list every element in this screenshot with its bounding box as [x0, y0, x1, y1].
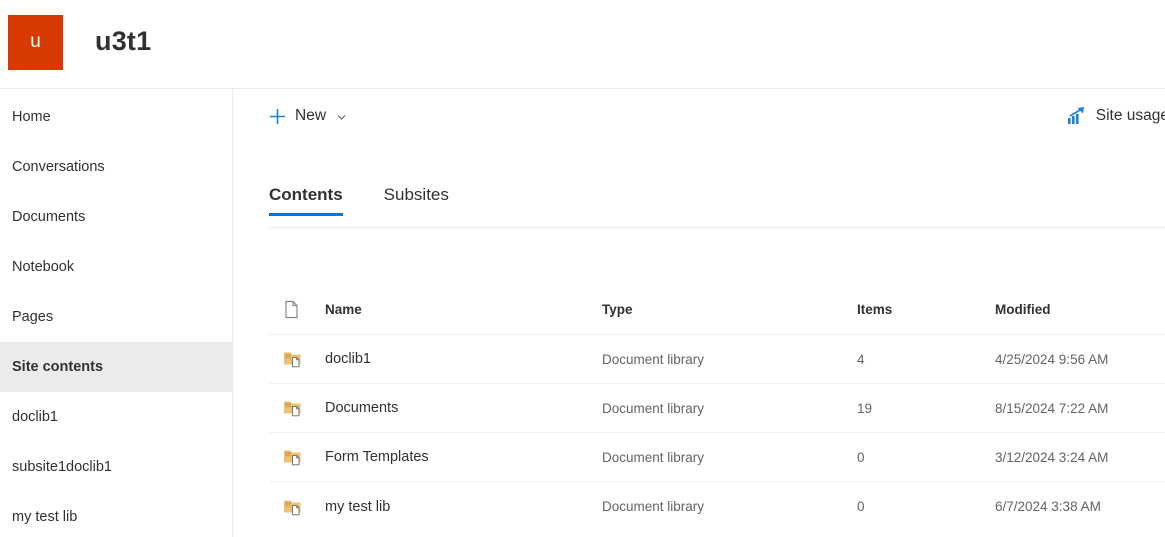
tabs-divider	[269, 227, 1165, 228]
chevron-down-icon	[336, 112, 347, 123]
row-name-link[interactable]: Form Templates	[325, 449, 602, 465]
document-library-icon	[283, 350, 302, 368]
sidebar-item-conversations[interactable]: Conversations	[0, 142, 232, 192]
row-items: 19	[857, 401, 995, 416]
row-modified: 4/25/2024 9:56 AM	[995, 352, 1165, 367]
table-body: doclib1 Document library 4 4/25/2024 9:5…	[269, 335, 1165, 531]
column-header-name[interactable]: Name	[325, 302, 602, 317]
sidebar-nav: Home Conversations Documents Notebook Pa…	[0, 89, 233, 537]
row-modified: 6/7/2024 3:38 AM	[995, 499, 1165, 514]
new-button[interactable]: New	[269, 107, 347, 125]
site-title: u3t1	[95, 26, 151, 57]
sidebar-item-subsite1doclib1[interactable]: subsite1doclib1	[0, 442, 232, 492]
file-type-column-header[interactable]	[283, 300, 325, 319]
site-header: u u3t1	[0, 0, 1165, 89]
document-library-icon	[283, 448, 302, 466]
site-logo[interactable]: u	[8, 15, 63, 70]
row-name-link[interactable]: doclib1	[325, 351, 602, 367]
new-button-label: New	[295, 107, 326, 125]
row-modified: 3/12/2024 3:24 AM	[995, 450, 1165, 465]
column-header-type[interactable]: Type	[602, 302, 857, 317]
row-modified: 8/15/2024 7:22 AM	[995, 401, 1165, 416]
row-items: 4	[857, 352, 995, 367]
plus-icon	[269, 108, 286, 125]
sidebar-item-home[interactable]: Home	[0, 92, 232, 142]
document-library-icon	[283, 498, 302, 516]
sidebar-item-documents[interactable]: Documents	[0, 192, 232, 242]
row-items: 0	[857, 450, 995, 465]
row-name-link[interactable]: my test lib	[325, 499, 602, 515]
sidebar-item-site-contents[interactable]: Site contents	[0, 342, 232, 392]
command-bar: New Site usage	[269, 89, 1165, 143]
site-usage-label: Site usage	[1096, 107, 1165, 125]
page-icon	[283, 300, 300, 319]
tab-bar: Contents Subsites	[269, 185, 1165, 216]
column-header-items[interactable]: Items	[857, 302, 995, 317]
sidebar-item-my-test-lib[interactable]: my test lib	[0, 492, 232, 537]
site-usage-button[interactable]: Site usage	[1067, 107, 1165, 125]
tab-contents[interactable]: Contents	[269, 185, 343, 216]
row-type: Document library	[602, 499, 857, 514]
contents-table: Name Type Items Modified	[269, 285, 1165, 531]
sidebar-item-doclib1[interactable]: doclib1	[0, 392, 232, 442]
sidebar-item-notebook[interactable]: Notebook	[0, 242, 232, 292]
main-content: New Site usage Contents Subsites	[233, 89, 1165, 537]
tab-subsites[interactable]: Subsites	[384, 185, 449, 216]
trending-chart-icon	[1067, 107, 1087, 125]
row-type: Document library	[602, 352, 857, 367]
table-row-documents[interactable]: Documents Document library 19 8/15/2024 …	[269, 384, 1165, 433]
table-row-my-test-lib[interactable]: my test lib Document library 0 6/7/2024 …	[269, 482, 1165, 531]
table-header-row: Name Type Items Modified	[269, 285, 1165, 335]
column-header-modified[interactable]: Modified	[995, 302, 1165, 317]
table-row-form-templates[interactable]: Form Templates Document library 0 3/12/2…	[269, 433, 1165, 482]
row-name-link[interactable]: Documents	[325, 400, 602, 416]
sidebar-item-pages[interactable]: Pages	[0, 292, 232, 342]
row-items: 0	[857, 499, 995, 514]
row-type: Document library	[602, 401, 857, 416]
row-type: Document library	[602, 450, 857, 465]
table-row-doclib1[interactable]: doclib1 Document library 4 4/25/2024 9:5…	[269, 335, 1165, 384]
document-library-icon	[283, 399, 302, 417]
site-logo-initial: u	[30, 31, 41, 53]
